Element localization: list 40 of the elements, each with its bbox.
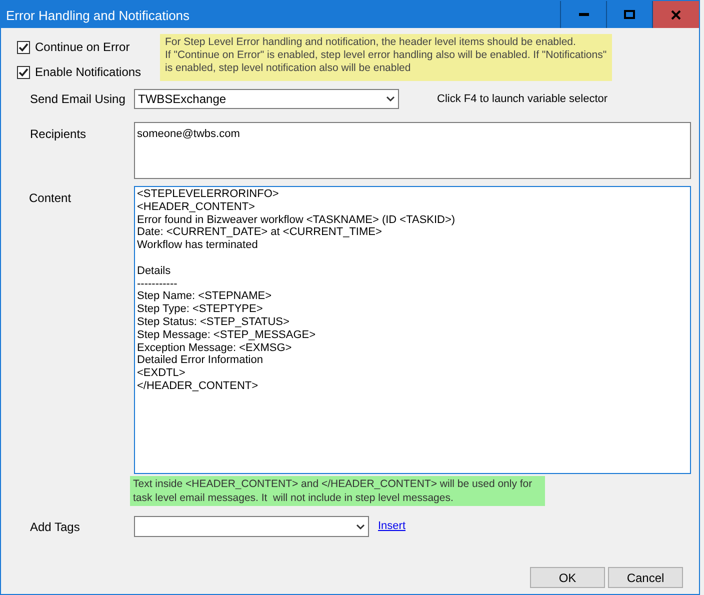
content-line: <STEPLEVELERRORINFO> [137, 188, 279, 201]
field-label: Add Tags [30, 518, 81, 536]
content-line: <EXDTL> [137, 367, 186, 380]
minimize-icon [578, 13, 588, 16]
checkbox[interactable] [17, 40, 30, 54]
checkbox[interactable] [17, 66, 30, 78]
checkbox-label: Continue on Error [35, 39, 130, 56]
content-line: Step Status: <STEP_STATUS> [137, 316, 290, 329]
tags-dropdown[interactable] [134, 516, 369, 537]
dialog-button[interactable]: OK [530, 567, 605, 588]
insert-link[interactable]: Insert [378, 518, 406, 535]
content-line: ----------- [137, 278, 178, 290]
info-note: For Step Level Error handling and notification, the header level items should be enabled. If "Continue on Error" is enabled, step level error handling also will be enabled. If "Notifications" is enabled, step level notification also will be enabled [160, 34, 612, 81]
content-line: Details [137, 264, 171, 278]
info-note: Text inside <HEADER_CONTENT> and </HEADER_CONTENT> will be used only for task level email messages. It will not include in step level messages. [130, 476, 545, 506]
field-label: Content [29, 190, 72, 207]
checkbox-label: Enable Notifications [35, 64, 142, 81]
content-line: <HEADER_CONTENT> [137, 200, 255, 214]
email-dropdown[interactable]: TWBSExchange [134, 89, 399, 109]
maximize-icon [624, 10, 635, 19]
caret-icon [386, 96, 395, 102]
content-line: Workflow has terminated [137, 239, 258, 252]
field-label: Recipients [30, 126, 88, 143]
close-button[interactable] [652, 1, 699, 28]
content-line: Error found in Bizweaver workflow <TASKNAME> (ID <TASKID>) [137, 214, 456, 226]
content-line: Step Type: <STEPTYPE> [137, 303, 263, 316]
content-line: Step Name: <STEPNAME> [137, 290, 272, 304]
content-line: Exception Message: <EXMSG> [137, 342, 292, 354]
content-field[interactable] [134, 186, 691, 474]
content-line: Detailed Error Information [137, 354, 263, 368]
content-line: Step Message: <STEP_MESSAGE> [137, 328, 316, 342]
hint-text: Click F4 to launch variable selector [437, 92, 608, 107]
close-icon [671, 10, 681, 20]
content-line: Date: <CURRENT_DATE> at <CURRENT_TIME> [137, 226, 382, 240]
window-title: Error Handling and Notifications [5, 7, 191, 25]
dialog-button[interactable]: Cancel [608, 567, 683, 588]
content-line: </HEADER_CONTENT> [137, 380, 258, 393]
recipients-field[interactable]: someone@twbs.com [134, 122, 691, 179]
field-label: Send Email Using [30, 91, 126, 108]
caret-icon [356, 524, 365, 530]
